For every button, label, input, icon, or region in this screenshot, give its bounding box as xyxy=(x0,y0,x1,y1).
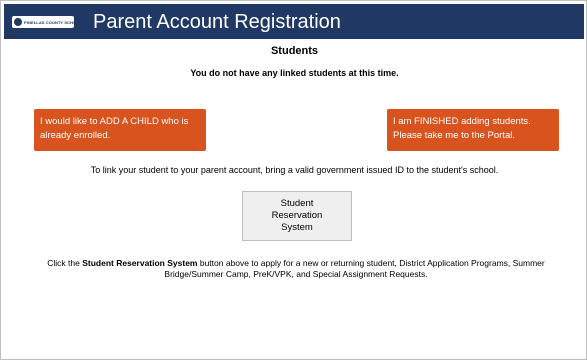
no-students-notice: You do not have any linked students at t… xyxy=(190,68,399,78)
link-student-info: To link your student to your parent acco… xyxy=(90,165,499,175)
finished-button[interactable]: I am FINISHED adding students. Please ta… xyxy=(387,109,559,151)
district-logo[interactable]: PINELLAS COUNTY SCHOOLS xyxy=(12,16,85,28)
student-reservation-button[interactable]: Student Reservation System xyxy=(242,191,352,241)
header-bar: PINELLAS COUNTY SCHOOLS Parent Account R… xyxy=(4,4,584,39)
student-reservation-label: Student Reservation System xyxy=(271,198,323,233)
instructions-prefix: Click the xyxy=(47,258,83,268)
page-title: Parent Account Registration xyxy=(93,11,341,33)
add-child-button[interactable]: I would like to ADD A CHILD who is alrea… xyxy=(34,109,206,151)
logo-text: PINELLAS COUNTY SCHOOLS xyxy=(24,19,85,25)
instructions-suffix: button above to apply for a new or retur… xyxy=(164,258,545,279)
students-heading: Students xyxy=(270,45,319,57)
page-frame: PINELLAS COUNTY SCHOOLS Parent Account R… xyxy=(0,0,587,360)
logo-seal-icon xyxy=(14,18,22,26)
reservation-instructions: Click the Student Reservation System but… xyxy=(21,258,571,280)
instructions-bold: Student Reservation System xyxy=(82,258,198,268)
